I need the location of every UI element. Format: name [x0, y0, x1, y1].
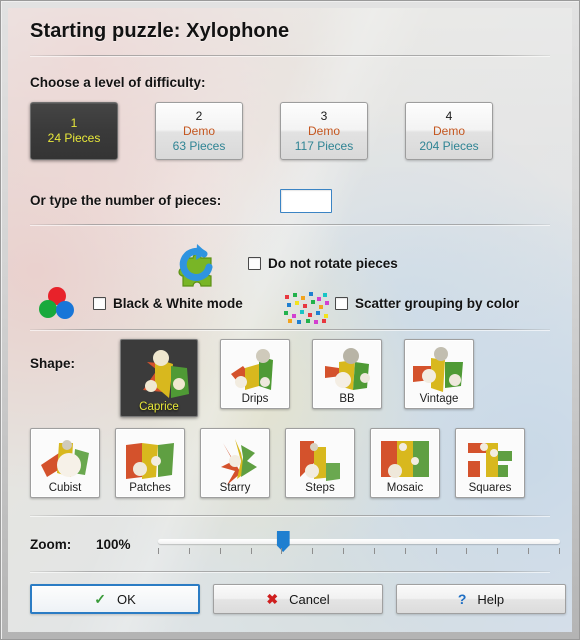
shape-option-starry[interactable]: Starry: [200, 428, 270, 498]
divider-options: [30, 329, 550, 330]
help-button-label: Help: [477, 591, 505, 607]
difficulty-option-4[interactable]: 4 Demo 204 Pieces: [405, 102, 493, 160]
cancel-button-label: Cancel: [289, 591, 330, 607]
difficulty-number: 2: [195, 108, 203, 123]
shape-caption: Starry: [219, 482, 251, 494]
divider-shape: [30, 515, 550, 516]
difficulty-number: 1: [70, 116, 78, 130]
shape-option-bb[interactable]: BB: [312, 339, 382, 409]
divider-title: [30, 55, 550, 56]
difficulty-label: Choose a level of difficulty:: [30, 75, 206, 90]
shape-option-steps[interactable]: Steps: [285, 428, 355, 498]
difficulty-option-1[interactable]: 1 24 Pieces: [30, 102, 118, 160]
zoom-slider-track[interactable]: [158, 539, 560, 544]
shape-option-squares[interactable]: Squares: [455, 428, 525, 498]
difficulty-pieces: 204 Pieces: [419, 138, 479, 153]
shape-option-caprice[interactable]: Caprice: [120, 339, 198, 417]
rgb-circles-icon: [38, 286, 76, 325]
difficulty-option-2[interactable]: 2 Demo 63 Pieces: [155, 102, 243, 160]
start-puzzle-dialog: Starting puzzle: Xylophone Choose a leve…: [0, 0, 580, 640]
ok-button[interactable]: ✓ OK: [30, 584, 200, 614]
divider-footer: [30, 571, 550, 572]
difficulty-demo-badge: Demo: [432, 123, 465, 138]
difficulty-number: 4: [445, 108, 453, 123]
black-white-label: Black & White mode: [113, 296, 243, 311]
shape-option-vintage[interactable]: Vintage: [404, 339, 474, 409]
difficulty-option-3[interactable]: 3 Demo 117 Pieces: [280, 102, 368, 160]
difficulty-number: 3: [320, 108, 328, 123]
divider-pieces: [30, 224, 550, 225]
shape-caption: Vintage: [419, 393, 459, 405]
ok-button-label: OK: [116, 591, 136, 607]
dialog-actions: ✓ OK ✖ Cancel ? Help: [30, 584, 566, 614]
help-button[interactable]: ? Help: [396, 584, 566, 614]
black-white-checkbox-row[interactable]: Black & White mode: [93, 296, 243, 311]
red-x-icon: ✖: [266, 591, 279, 607]
shape-caption: Patches: [129, 482, 171, 494]
zoom-value: 100%: [96, 537, 131, 552]
do-not-rotate-checkbox[interactable]: [248, 257, 261, 270]
scatter-grouping-label: Scatter grouping by color: [355, 296, 520, 311]
shape-caption: Caprice: [139, 401, 179, 413]
cancel-button[interactable]: ✖ Cancel: [213, 584, 383, 614]
shape-options-row-1: Caprice Drips BB Vintage: [120, 339, 474, 417]
shape-options-row-2: Cubist Patches Starry Steps Mosaic Squar…: [30, 428, 525, 498]
difficulty-options: 1 24 Pieces 2 Demo 63 Pieces 3 Demo 117 …: [30, 102, 493, 160]
scatter-grouping-checkbox[interactable]: [335, 297, 348, 310]
shape-caption: Steps: [305, 482, 335, 494]
difficulty-demo-badge: Demo: [307, 123, 340, 138]
zoom-label: Zoom:: [30, 537, 72, 552]
difficulty-pieces: 117 Pieces: [294, 138, 354, 153]
shape-caption: Squares: [468, 482, 512, 494]
difficulty-demo-badge: Demo: [182, 123, 215, 138]
difficulty-pieces: 63 Pieces: [172, 138, 226, 153]
check-icon: ✓: [94, 591, 106, 607]
shape-option-drips[interactable]: Drips: [220, 339, 290, 409]
pieces-count-input[interactable]: [280, 189, 332, 213]
rotate-puzzle-piece-icon: [171, 240, 223, 297]
shape-caption: BB: [339, 393, 355, 405]
do-not-rotate-checkbox-row[interactable]: Do not rotate pieces: [248, 256, 398, 271]
page-title: Starting puzzle: Xylophone: [30, 20, 290, 42]
shape-caption: Cubist: [48, 482, 82, 494]
shape-label: Shape:: [30, 356, 76, 371]
custom-pieces-label: Or type the number of pieces:: [30, 193, 222, 208]
shape-option-patches[interactable]: Patches: [115, 428, 185, 498]
shape-option-mosaic[interactable]: Mosaic: [370, 428, 440, 498]
zoom-slider-ticks: [158, 548, 560, 554]
shape-caption: Drips: [241, 393, 269, 405]
difficulty-pieces: 24 Pieces: [47, 131, 101, 145]
shape-option-cubist[interactable]: Cubist: [30, 428, 100, 498]
do-not-rotate-label: Do not rotate pieces: [268, 256, 398, 271]
color-dots-icon: [282, 290, 330, 331]
question-mark-icon: ?: [457, 591, 467, 607]
scatter-grouping-checkbox-row[interactable]: Scatter grouping by color: [335, 296, 519, 311]
black-white-checkbox[interactable]: [93, 297, 106, 310]
shape-caption: Mosaic: [386, 482, 424, 494]
